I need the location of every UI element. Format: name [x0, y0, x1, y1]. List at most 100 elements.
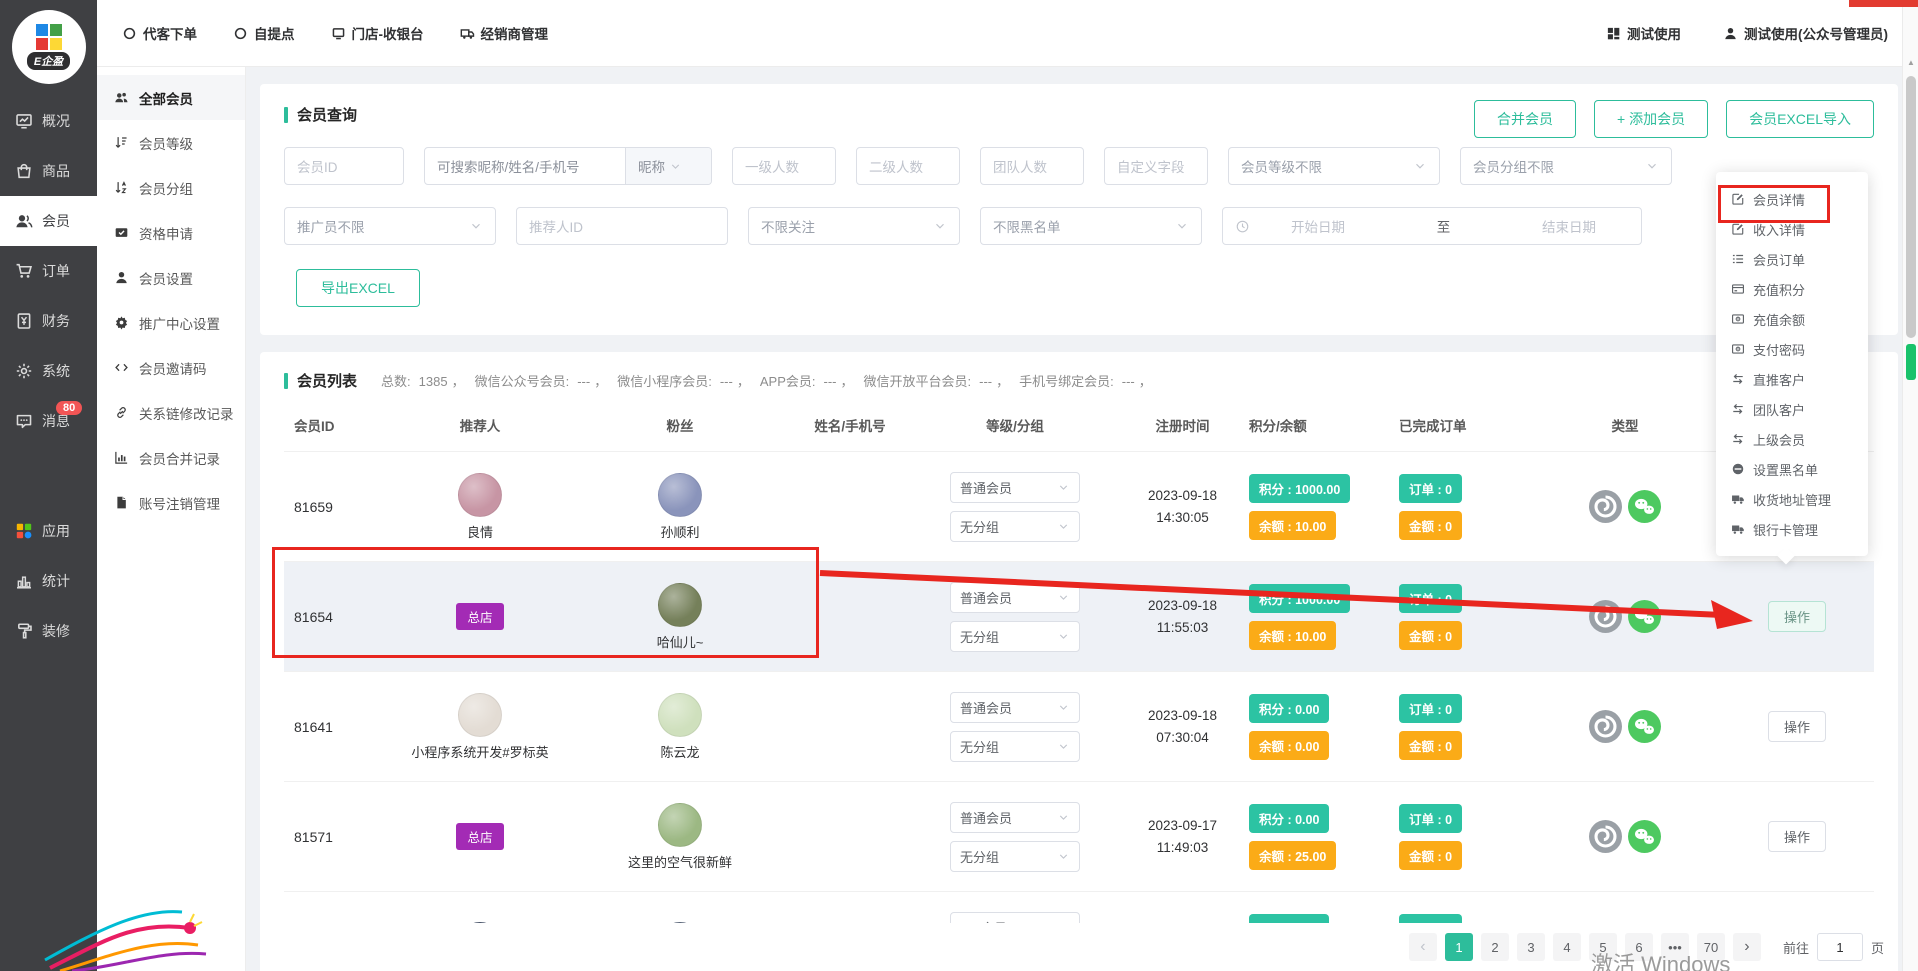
level2-count-input[interactable]: 二级人数: [856, 147, 960, 185]
excel-import-button[interactable]: 会员EXCEL导入: [1726, 100, 1874, 138]
avatar[interactable]: [658, 693, 702, 737]
group-select[interactable]: 无分组: [950, 511, 1080, 542]
submenu-item-member-settings[interactable]: 会员设置: [97, 255, 245, 300]
date-range-picker[interactable]: 开始日期 至 结束日期: [1222, 207, 1642, 245]
topnav-item-store-pos[interactable]: 门店-收银台: [331, 23, 424, 43]
submenu-item-account-cancel[interactable]: 账号注销管理: [97, 480, 245, 525]
context-menu-item-team-customers[interactable]: 团队客户: [1716, 394, 1868, 424]
page-button-4[interactable]: 4: [1553, 933, 1581, 961]
export-excel-button[interactable]: 导出EXCEL: [296, 269, 420, 307]
level-select[interactable]: 普通会员: [950, 802, 1080, 833]
row-action-button[interactable]: 操作: [1768, 711, 1826, 742]
page-button-70[interactable]: 70: [1697, 933, 1725, 961]
scrollbar-thumb[interactable]: [1906, 76, 1916, 338]
context-menu-item-direct-customers[interactable]: 直推客户: [1716, 364, 1868, 394]
query-actions: 合并会员 + 添加会员会员EXCEL导入: [1474, 100, 1874, 138]
avatar[interactable]: [658, 583, 702, 627]
scrollbar-up-icon[interactable]: ▲: [1907, 58, 1915, 67]
avatar[interactable]: [458, 473, 502, 517]
balance-badge: 余额 : 25.00: [1249, 841, 1336, 870]
vertical-scrollbar[interactable]: ▲: [1902, 0, 1918, 971]
goto-page-input[interactable]: 1: [1817, 933, 1863, 961]
keyword-type-select[interactable]: 昵称: [625, 148, 711, 184]
group-select[interactable]: 无分组: [950, 731, 1080, 762]
promoter-filter-select[interactable]: 推广员不限: [284, 207, 496, 245]
sidebar-item-member[interactable]: 会员: [0, 196, 97, 246]
topnav-item-proxy-order[interactable]: 代客下单: [122, 23, 197, 43]
context-menu-item-recharge-balance[interactable]: 充值余额: [1716, 304, 1868, 334]
wechat-icon: [1628, 820, 1661, 853]
member-level-filter-select[interactable]: 会员等级不限: [1228, 147, 1440, 185]
referrer-id-input[interactable]: 推荐人ID: [516, 207, 728, 245]
sidebar-item-overview[interactable]: 概况: [0, 96, 97, 146]
context-menu-item-member-orders[interactable]: 会员订单: [1716, 244, 1868, 274]
context-menu-item-bankcard-manage[interactable]: 银行卡管理: [1716, 514, 1868, 544]
submenu-item-qualification[interactable]: 资格申请: [97, 210, 245, 255]
context-menu-item-income-detail[interactable]: 收入详情: [1716, 214, 1868, 244]
member-group-filter-select[interactable]: 会员分组不限: [1460, 147, 1672, 185]
blacklist-filter-select[interactable]: 不限黑名单: [980, 207, 1202, 245]
sidebar-item-order[interactable]: 订单: [0, 246, 97, 296]
group-select[interactable]: 无分组: [950, 841, 1080, 872]
page-button-3[interactable]: 3: [1517, 933, 1545, 961]
submenu-item-invite-code[interactable]: 会员邀请码: [97, 345, 245, 390]
merge-member-button[interactable]: 合并会员: [1474, 100, 1576, 138]
page-button-2[interactable]: 2: [1481, 933, 1509, 961]
page-button-1[interactable]: 1: [1445, 933, 1473, 961]
chevron-down-icon: [1175, 219, 1189, 233]
page-button-•••[interactable]: •••: [1661, 933, 1689, 961]
points-balance-cell: 积分 : 1000.00 余额 : 10.00: [1235, 474, 1385, 540]
row-action-button[interactable]: 操作: [1768, 601, 1826, 632]
sidebar-item-decorate[interactable]: 装修: [0, 606, 97, 656]
submenu-item-merge-log[interactable]: 会员合并记录: [97, 435, 245, 480]
sidebar-item-message[interactable]: 消息 80: [0, 396, 97, 446]
topnav-item-pickup-point[interactable]: 自提点: [233, 23, 295, 43]
orders-badge: 订单 : 0: [1399, 474, 1462, 503]
context-menu-item-member-detail[interactable]: 会员详情: [1716, 184, 1868, 214]
sidebar-item-apps[interactable]: 应用: [0, 506, 97, 556]
title-accent-bar: [284, 107, 288, 123]
topnav-item-distributor-manage[interactable]: 经销商管理: [460, 23, 549, 43]
page-button-6[interactable]: 6: [1625, 933, 1653, 961]
sidebar-item-goods[interactable]: 商品: [0, 146, 97, 196]
next-page-button[interactable]: ›: [1733, 933, 1761, 961]
referrer-cell: 良情: [400, 473, 560, 541]
list-stats: 总数:1385，微信公众号会员:---，微信小程序会员:---，APP会员:--…: [371, 371, 1152, 390]
submenu-item-member-group[interactable]: 会员分组: [97, 165, 245, 210]
sidebar-item-stats[interactable]: 统计: [0, 556, 97, 606]
avatar[interactable]: [658, 803, 702, 847]
sidebar-item-system[interactable]: 系统: [0, 346, 97, 396]
prev-page-button[interactable]: ‹: [1409, 933, 1437, 961]
submenu-item-all-members[interactable]: 全部会员: [97, 75, 245, 120]
balance-badge: 余额 : 10.00: [1249, 621, 1336, 650]
level-select[interactable]: 普通会员: [950, 692, 1080, 723]
topnav-right-test-user[interactable]: 测试使用(公众号管理员): [1723, 23, 1888, 43]
custom-field-input[interactable]: 自定义字段: [1104, 147, 1208, 185]
context-menu-item-upline-member[interactable]: 上级会员: [1716, 424, 1868, 454]
context-menu-item-pay-password[interactable]: 支付密码: [1716, 334, 1868, 364]
page-button-5[interactable]: 5: [1589, 933, 1617, 961]
sidebar-item-label: 系统: [42, 361, 70, 381]
submenu-item-member-level[interactable]: 会员等级: [97, 120, 245, 165]
group-select[interactable]: 无分组: [950, 621, 1080, 652]
follow-filter-select[interactable]: 不限关注: [748, 207, 960, 245]
team-count-input[interactable]: 团队人数: [980, 147, 1084, 185]
avatar[interactable]: [458, 693, 502, 737]
level-select[interactable]: 普通会员: [950, 582, 1080, 613]
submenu-item-promotion-center[interactable]: 推广中心设置: [97, 300, 245, 345]
context-menu-item-address-manage[interactable]: 收货地址管理: [1716, 484, 1868, 514]
topnav-right-test-app[interactable]: 测试使用: [1606, 23, 1681, 43]
context-menu-item-recharge-points[interactable]: 充值积分: [1716, 274, 1868, 304]
sidebar-item-finance[interactable]: 财务: [0, 296, 97, 346]
type-cell: [1530, 600, 1720, 633]
add-member-button[interactable]: + 添加会员: [1594, 100, 1708, 138]
avatar[interactable]: [658, 473, 702, 517]
keyword-input[interactable]: 可搜索昵称/姓名/手机号: [425, 148, 625, 184]
submenu-item-relation-log[interactable]: 关系链修改记录: [97, 390, 245, 435]
member-id-input[interactable]: 会员ID: [284, 147, 404, 185]
level1-count-input[interactable]: 一级人数: [732, 147, 836, 185]
row-action-button[interactable]: 操作: [1768, 821, 1826, 852]
level-select[interactable]: 普通会员: [950, 472, 1080, 503]
context-menu-item-blacklist[interactable]: 设置黑名单: [1716, 454, 1868, 484]
chevron-down-icon: [1057, 591, 1070, 604]
